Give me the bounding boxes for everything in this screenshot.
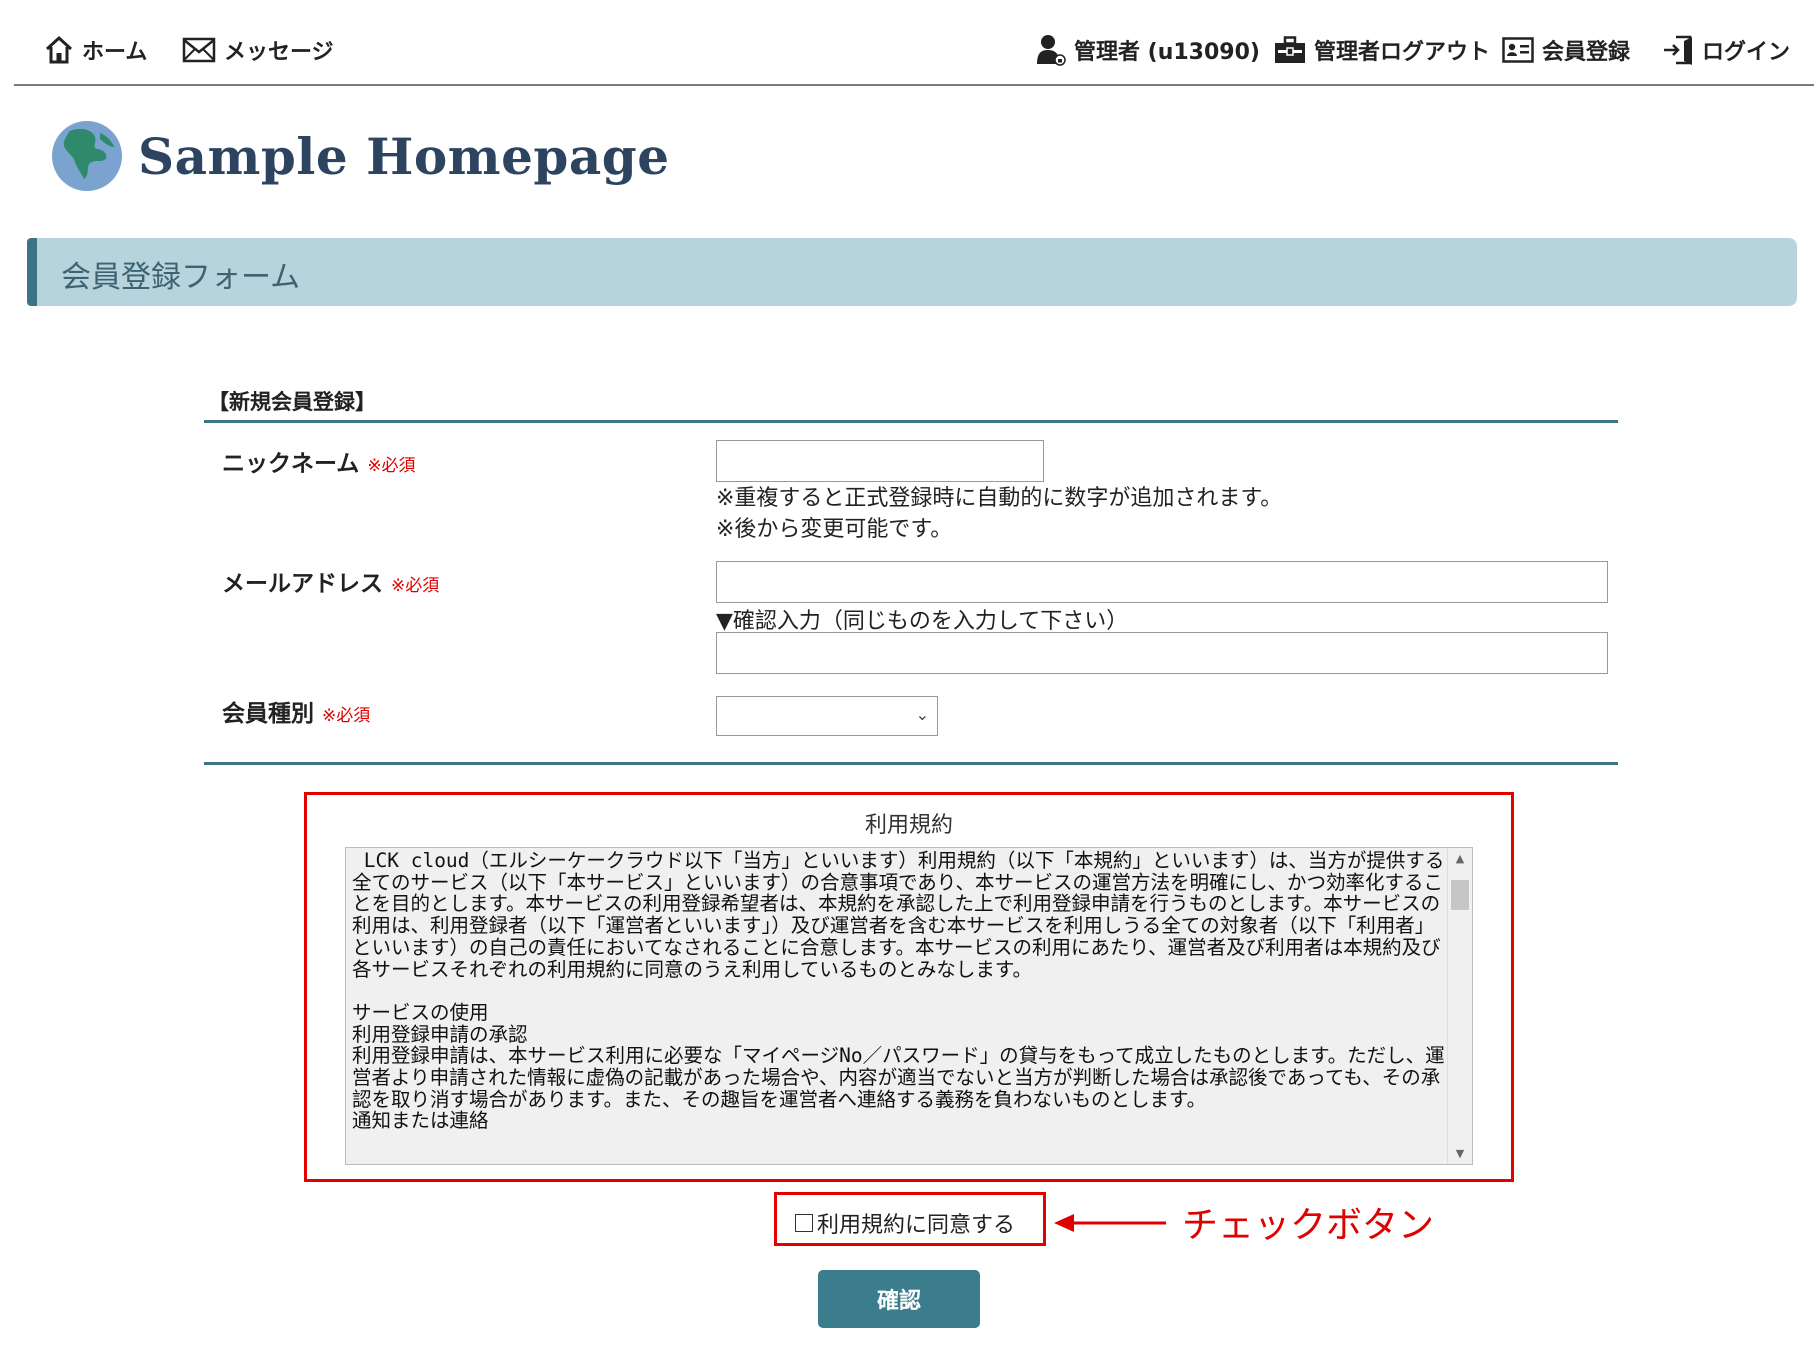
id-card-icon <box>1502 37 1534 63</box>
briefcase-icon <box>1275 36 1305 63</box>
logo-text: Sample Homepage <box>138 126 670 186</box>
page-title: 会員登録フォーム <box>61 260 301 295</box>
nav-messages[interactable]: メッセージ <box>182 30 334 70</box>
terms-text: LCK cloud（エルシーケークラウド以下「当方」といいます）利用規約（以下「… <box>352 849 1445 1133</box>
email-confirm-label: ▼確認入力（同じものを入力して下さい） <box>716 609 1129 634</box>
email-label: メールアドレス ※必須 <box>222 564 439 598</box>
admin-user-icon <box>1037 35 1066 66</box>
member-type-select[interactable]: ⌄ <box>716 696 938 736</box>
home-icon <box>45 35 73 64</box>
nav-home-label: ホーム <box>82 40 148 65</box>
annotation-callout: チェックボタン <box>1182 1205 1435 1246</box>
email-input[interactable] <box>716 561 1608 603</box>
agree-label-text: 利用規約に同意する <box>817 1213 1016 1238</box>
nav-admin-logout[interactable]: 管理者ログアウト <box>1274 30 1490 70</box>
member-type-label-text: 会員種別 <box>222 701 314 727</box>
agree-checkbox[interactable] <box>795 1214 813 1232</box>
arrow-left-icon <box>1054 1214 1166 1232</box>
terms-title: 利用規約 <box>864 813 953 838</box>
email-label-text: メールアドレス <box>222 571 383 597</box>
nav-login[interactable]: ログイン <box>1662 30 1790 70</box>
terms-textarea[interactable]: LCK cloud（エルシーケークラウド以下「当方」といいます）利用規約（以下「… <box>345 847 1473 1165</box>
nav-register-label: 会員登録 <box>1542 40 1631 65</box>
member-type-label: 会員種別 ※必須 <box>222 694 370 728</box>
confirm-button[interactable]: 確認 <box>818 1270 980 1328</box>
chevron-down-icon: ⌄ <box>915 705 929 724</box>
agree-highlight-box: 利用規約に同意する <box>774 1192 1046 1246</box>
page-header: 会員登録フォーム <box>27 238 1797 306</box>
required-mark: ※必須 <box>391 576 440 596</box>
email-confirm-input[interactable] <box>716 632 1608 674</box>
nickname-label-text: ニックネーム <box>222 451 360 477</box>
nav-admin-user-label: 管理者 (u13090) <box>1074 40 1260 65</box>
mail-icon <box>182 37 216 63</box>
section-divider-bottom <box>204 762 1618 765</box>
top-navigation: ホーム メッセージ 管理者 (u13090) 管理者ログアウト 会員登録 ログイ… <box>14 0 1814 86</box>
nav-messages-label: メッセージ <box>224 40 334 65</box>
nickname-label: ニックネーム ※必須 <box>222 444 416 478</box>
site-logo[interactable]: Sample Homepage <box>50 116 670 196</box>
nickname-input[interactable] <box>716 440 1044 482</box>
nav-admin-user[interactable]: 管理者 (u13090) <box>1036 30 1260 70</box>
scroll-up-icon[interactable]: ▲ <box>1448 852 1472 865</box>
scroll-down-icon[interactable]: ▼ <box>1448 1147 1472 1160</box>
required-mark: ※必須 <box>322 706 371 726</box>
nav-home[interactable]: ホーム <box>44 30 147 70</box>
nickname-note-changeable: ※後から変更可能です。 <box>716 517 953 542</box>
nickname-note-duplicate: ※重複すると正式登録時に自動的に数字が追加されます。 <box>716 486 1283 511</box>
required-mark: ※必須 <box>367 456 416 476</box>
nav-register[interactable]: 会員登録 <box>1502 30 1630 70</box>
login-icon <box>1664 35 1692 65</box>
nav-admin-logout-label: 管理者ログアウト <box>1314 40 1491 65</box>
scroll-thumb[interactable] <box>1451 880 1469 910</box>
section-divider-top <box>204 420 1618 423</box>
agree-checkbox-label[interactable]: 利用規約に同意する <box>795 1207 1015 1239</box>
globe-icon <box>52 121 122 191</box>
terms-scrollbar[interactable]: ▲ ▼ <box>1447 848 1472 1164</box>
section-title: 【新規会員登録】 <box>208 390 376 414</box>
nav-login-label: ログイン <box>1702 40 1791 65</box>
terms-highlight-box: 利用規約 LCK cloud（エルシーケークラウド以下「当方」といいます）利用規… <box>304 792 1514 1182</box>
